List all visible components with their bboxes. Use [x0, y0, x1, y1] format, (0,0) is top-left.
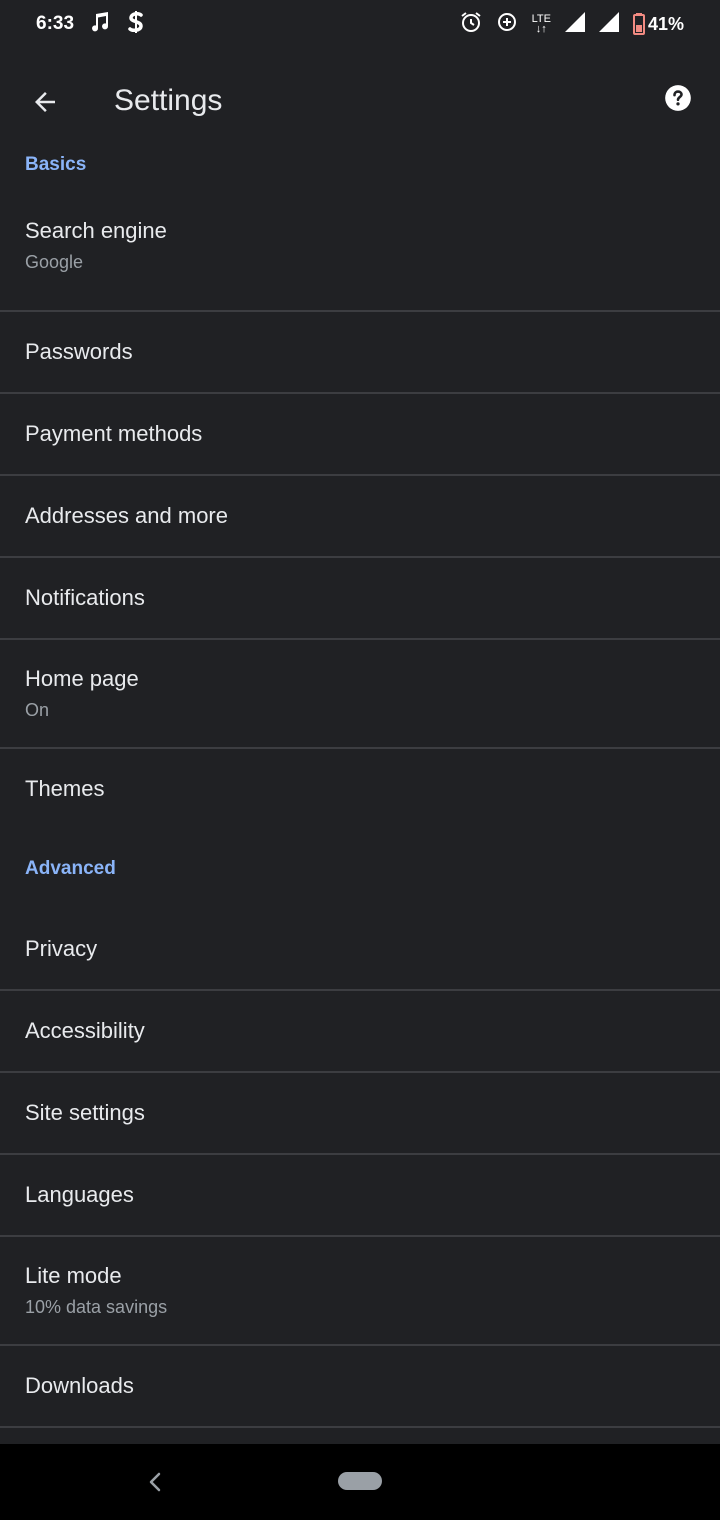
network-type: LTE ↓↑: [531, 13, 551, 35]
item-title: Payment methods: [25, 421, 203, 446]
status-bar: 6:33 LTE ↓↑ 41%: [0, 0, 720, 48]
settings-item-lite-mode[interactable]: Lite mode 10% data savings: [0, 1237, 720, 1346]
settings-item-passwords[interactable]: Passwords: [0, 312, 720, 394]
settings-item-site-settings[interactable]: Site settings: [0, 1073, 720, 1155]
signal-icon: [598, 11, 619, 37]
settings-item-downloads[interactable]: Downloads: [0, 1346, 720, 1428]
section-header-advanced: Advanced: [25, 858, 116, 879]
battery-icon: 41%: [632, 13, 684, 35]
status-time: 6:33: [36, 13, 75, 34]
page-title: Settings: [114, 84, 223, 117]
system-nav-bar: [0, 1444, 720, 1520]
settings-item-home-page[interactable]: Home page On: [0, 640, 720, 749]
item-title: Search engine: [25, 217, 167, 243]
item-title: Themes: [25, 776, 105, 801]
music-note-icon: [88, 10, 112, 39]
battery-percent: 41%: [647, 13, 684, 34]
arrow-back-icon: [35, 92, 55, 112]
item-title: Site settings: [25, 1100, 145, 1125]
item-title: Accessibility: [25, 1018, 145, 1043]
item-title: Home page: [25, 666, 139, 691]
help-icon: [665, 85, 691, 111]
item-title: Privacy: [25, 936, 98, 961]
nav-back-button[interactable]: [140, 1464, 170, 1500]
nav-home-pill[interactable]: [338, 1472, 382, 1490]
data-saver-icon: [496, 11, 518, 38]
settings-item-themes[interactable]: Themes: [0, 749, 720, 829]
settings-item-privacy[interactable]: Privacy: [0, 909, 720, 991]
settings-item-payment-methods[interactable]: Payment methods: [0, 394, 720, 476]
app-bar: Settings: [0, 48, 720, 156]
item-title: Languages: [25, 1182, 134, 1207]
section-header-basics: Basics: [25, 154, 87, 175]
item-subtitle: Google: [25, 251, 84, 272]
settings-item-addresses[interactable]: Addresses and more: [0, 476, 720, 558]
settings-item-search-engine[interactable]: Search engine Google: [0, 208, 720, 312]
item-subtitle: 10% data savings: [25, 1297, 168, 1317]
settings-list: Basics Search engine Google Passwords Pa…: [0, 150, 720, 1428]
item-subtitle: On: [25, 700, 50, 720]
status-bar-left: 6:33: [36, 10, 146, 39]
s-app-icon: [126, 10, 146, 38]
item-title: Notifications: [25, 585, 145, 610]
chevron-left-icon: [149, 1472, 161, 1492]
settings-item-languages[interactable]: Languages: [0, 1155, 720, 1237]
settings-item-notifications[interactable]: Notifications: [0, 558, 720, 640]
item-title: Downloads: [25, 1373, 134, 1398]
back-button[interactable]: [20, 82, 70, 122]
status-bar-right: LTE ↓↑ 41%: [460, 11, 684, 38]
signal-icon: [564, 11, 585, 37]
settings-item-accessibility[interactable]: Accessibility: [0, 991, 720, 1073]
item-title: Addresses and more: [25, 503, 228, 528]
alarm-icon: [460, 11, 482, 38]
item-title: Lite mode: [25, 1263, 122, 1288]
help-button[interactable]: [664, 84, 700, 120]
item-title: Passwords: [25, 339, 133, 364]
